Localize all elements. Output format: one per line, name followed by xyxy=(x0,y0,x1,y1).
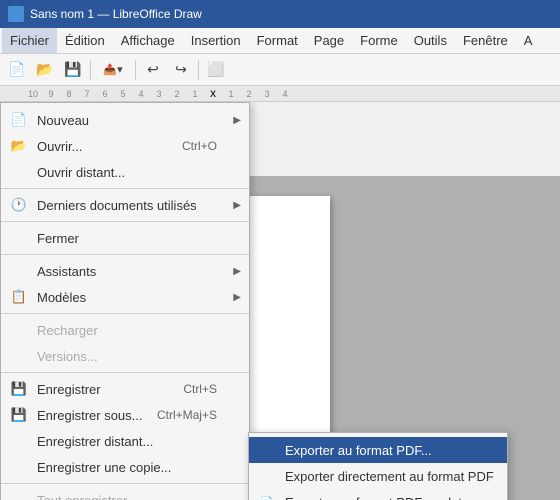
menu-forme[interactable]: Forme xyxy=(352,28,406,53)
export-button[interactable]: 📤▾ xyxy=(95,58,131,82)
save-file-icon: 💾 xyxy=(9,380,29,398)
menu-item-recharger: Recharger xyxy=(1,317,249,343)
template-icon: 📋 xyxy=(9,288,29,306)
menu-item-enregistrer-copie[interactable]: Enregistrer une copie... xyxy=(1,454,249,480)
toolbar: 📄 📂 💾 📤▾ ↩ ↪ ⬜ xyxy=(0,54,560,86)
cloud-save-icon xyxy=(9,432,29,450)
toolbar-separator-2 xyxy=(135,60,136,80)
new-icon: 📄 xyxy=(9,111,29,129)
save-all-icon xyxy=(9,491,29,500)
menu-item-ouvrir[interactable]: 📂 Ouvrir... Ctrl+O xyxy=(1,133,249,159)
submenu-item-pdf[interactable]: Exporter au format PDF... xyxy=(249,437,507,463)
recent-icon: 🕐 xyxy=(9,196,29,214)
app-window: Sans nom 1 — LibreOffice Draw Fichier Éd… xyxy=(0,0,560,500)
submenu-item-pdf-direct[interactable]: Exporter directement au format PDF xyxy=(249,463,507,489)
new-button[interactable]: 📄 xyxy=(4,58,30,82)
ruler: 10 9 8 7 6 5 4 3 2 1 X 1 2 3 4 xyxy=(0,86,560,102)
open-button[interactable]: 📂 xyxy=(32,58,58,82)
menu-item-modeles[interactable]: 📋 Modèles xyxy=(1,284,249,310)
separator-2 xyxy=(1,221,249,222)
undo-button[interactable]: ↩ xyxy=(140,58,166,82)
cloud-open-icon xyxy=(9,163,29,181)
toolbar-separator-1 xyxy=(90,60,91,80)
menu-outils[interactable]: Outils xyxy=(406,28,455,53)
close-doc-icon xyxy=(9,229,29,247)
title-bar: Sans nom 1 — LibreOffice Draw xyxy=(0,0,560,28)
copy-save-icon xyxy=(9,458,29,476)
separator-1 xyxy=(1,188,249,189)
menu-affichage[interactable]: Affichage xyxy=(113,28,183,53)
versions-icon xyxy=(9,347,29,365)
grid-button[interactable]: ⬜ xyxy=(203,58,229,82)
menu-item-recent[interactable]: 🕐 Derniers documents utilisés xyxy=(1,192,249,218)
separator-4 xyxy=(1,313,249,314)
redo-button[interactable]: ↪ xyxy=(168,58,194,82)
export-submenu: Exporter au format PDF... Exporter direc… xyxy=(248,432,508,500)
pdf-direct-icon xyxy=(257,467,277,485)
separator-3 xyxy=(1,254,249,255)
menu-item-fermer[interactable]: Fermer xyxy=(1,225,249,251)
menu-bar: Fichier Édition Affichage Insertion Form… xyxy=(0,28,560,54)
menu-item-enregistrer-sous[interactable]: 💾 Enregistrer sous... Ctrl+Maj+S xyxy=(1,402,249,428)
separator-6 xyxy=(1,483,249,484)
submenu-item-pdf-lots[interactable]: 📄 Exporter au format PDF par lots... xyxy=(249,489,507,500)
menu-item-nouveau[interactable]: 📄 Nouveau xyxy=(1,107,249,133)
menu-aide[interactable]: A xyxy=(516,28,541,53)
menu-page[interactable]: Page xyxy=(306,28,352,53)
file-dropdown-menu: 📄 Nouveau 📂 Ouvrir... Ctrl+O Ouvrir dist… xyxy=(0,102,250,500)
separator-5 xyxy=(1,372,249,373)
menu-item-tout-enregistrer: Tout enregistrer xyxy=(1,487,249,500)
menu-item-enregistrer[interactable]: 💾 Enregistrer Ctrl+S xyxy=(1,376,249,402)
open-icon: 📂 xyxy=(9,137,29,155)
save-button[interactable]: 💾 xyxy=(60,58,86,82)
menu-insertion[interactable]: Insertion xyxy=(183,28,249,53)
menu-fichier[interactable]: Fichier xyxy=(2,28,57,53)
pdf-icon xyxy=(257,441,277,459)
menu-item-assistants[interactable]: Assistants xyxy=(1,258,249,284)
menu-fenetre[interactable]: Fenêtre xyxy=(455,28,516,53)
ruler-numbers: 10 9 8 7 6 5 4 3 2 1 X 1 2 3 4 xyxy=(24,89,294,99)
menu-item-enregistrer-distant[interactable]: Enregistrer distant... xyxy=(1,428,249,454)
menu-item-versions: Versions... xyxy=(1,343,249,369)
wizard-icon xyxy=(9,262,29,280)
reload-icon xyxy=(9,321,29,339)
toolbar-separator-3 xyxy=(198,60,199,80)
save-as-icon: 💾 xyxy=(9,406,29,424)
menu-item-ouvrir-distant[interactable]: Ouvrir distant... xyxy=(1,159,249,185)
app-icon xyxy=(8,6,24,22)
window-title: Sans nom 1 — LibreOffice Draw xyxy=(30,7,202,21)
menu-format[interactable]: Format xyxy=(249,28,306,53)
menu-edition[interactable]: Édition xyxy=(57,28,113,53)
pdf-batch-icon: 📄 xyxy=(257,493,277,500)
content-area: 📄 Nouveau 📂 Ouvrir... Ctrl+O Ouvrir dist… xyxy=(0,102,560,500)
